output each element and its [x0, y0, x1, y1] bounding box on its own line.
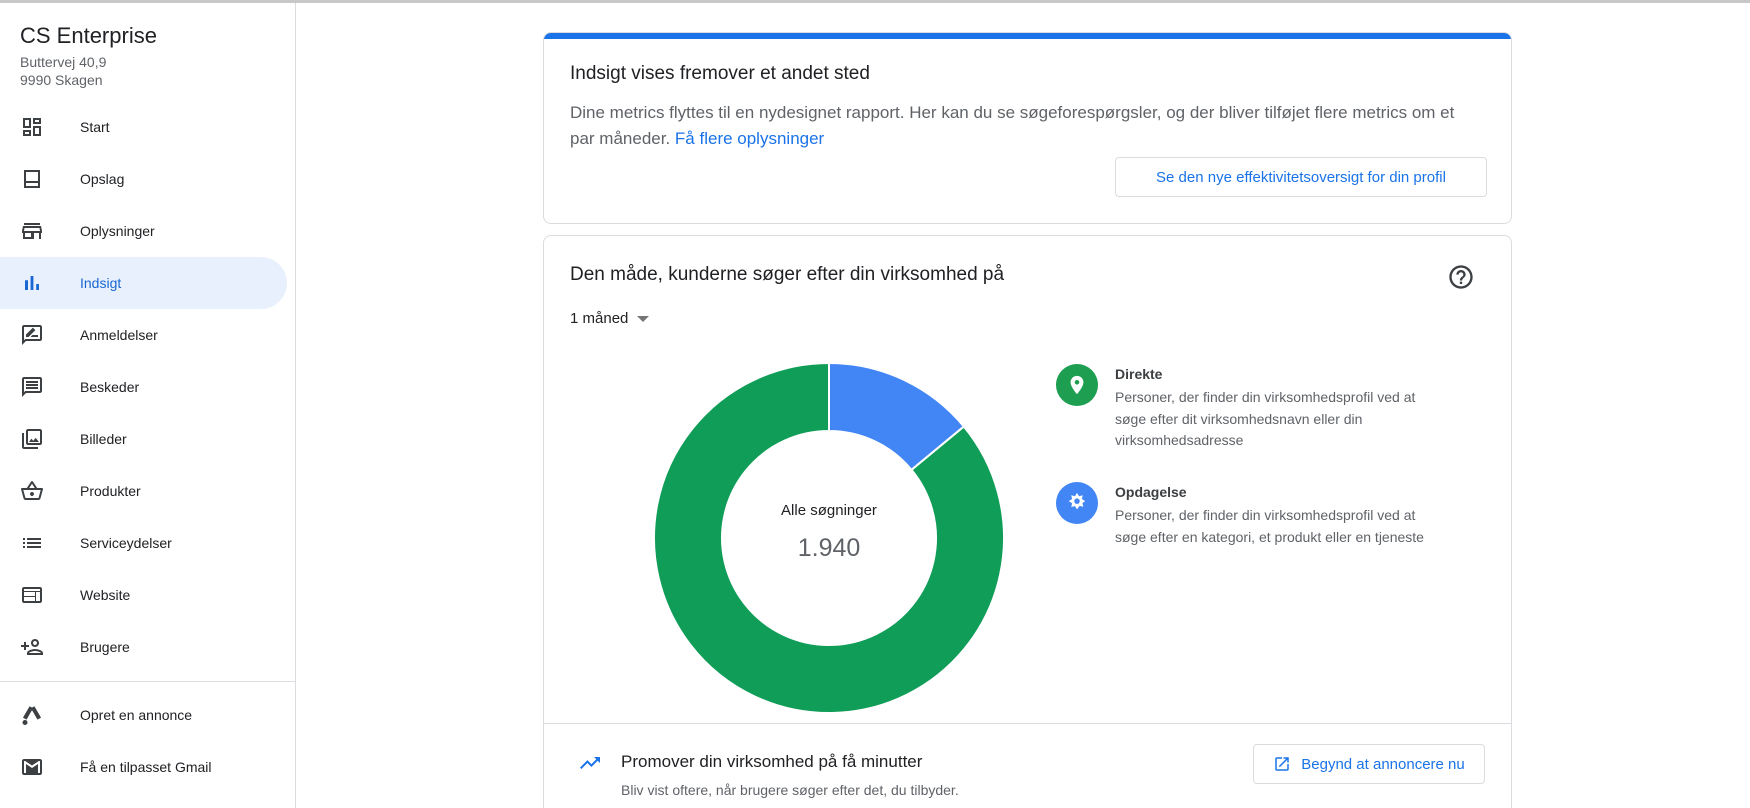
sidebar-item-reviews[interactable]: Anmeldelser	[0, 309, 287, 361]
start-advertising-button[interactable]: Begynd at annoncere nu	[1253, 744, 1485, 784]
promo-divider	[544, 723, 1511, 724]
period-dropdown[interactable]: 1 måned	[570, 310, 650, 327]
open-in-new-icon	[1275, 757, 1290, 771]
sidebar-item-label: Opret en annonce	[80, 707, 193, 723]
basket-icon	[20, 479, 44, 503]
start-advertising-label: Begynd at annoncere nu	[1301, 755, 1465, 773]
donut-center-label: Alle søgninger	[781, 502, 877, 519]
sidebar-item-create-ad[interactable]: Opret en annonce	[0, 689, 287, 741]
period-value: 1 måned	[570, 310, 629, 327]
sidebar-item-website[interactable]: Website	[0, 569, 287, 621]
sidebar: CS Enterprise Buttervej 40,9 9990 Skagen…	[0, 3, 296, 808]
sidebar-item-label: Billeder	[80, 431, 127, 447]
sidebar-item-photos[interactable]: Billeder	[0, 413, 287, 465]
legend-direct-dot	[1056, 364, 1098, 406]
promo-title: Promover din virksomhed på få minutter	[621, 752, 923, 771]
sidebar-item-label: Brugere	[80, 639, 130, 655]
sidebar-item-messages[interactable]: Beskeder	[0, 361, 287, 413]
legend-discovery-dot	[1056, 482, 1098, 524]
legend-discovery-name: Opdagelse	[1115, 484, 1187, 500]
sidebar-item-label: Indsigt	[80, 275, 122, 291]
search-card-title: Den måde, kunderne søger efter din virks…	[570, 264, 1005, 285]
sidebar-item-label: Få en tilpasset Gmail	[80, 759, 212, 775]
legend-direct-desc: Personer, der finder din virksomhedsprof…	[1115, 389, 1416, 448]
view-performance-button[interactable]: Se den nye effektivitetsoversigt for din…	[1115, 157, 1487, 197]
search-card: Den måde, kunderne søger efter din virks…	[543, 235, 1512, 808]
sidebar-nav: Start Opslag Oplysninger Indsigt Anmelde…	[0, 101, 296, 673]
sidebar-item-label: Serviceydelser	[80, 535, 172, 551]
business-name: CS Enterprise	[20, 23, 157, 48]
sidebar-item-label: Produkter	[80, 483, 141, 499]
message-icon	[20, 375, 44, 399]
web-icon	[20, 583, 44, 607]
notice-title: Indsigt vises fremover et andet sted	[570, 63, 870, 84]
notice-body: Dine metrics flyttes til en nydesignet r…	[570, 100, 1470, 152]
list-icon	[20, 531, 44, 555]
photo-library-icon	[20, 427, 44, 451]
discovery-burst-icon	[1068, 492, 1086, 510]
legend-discovery-desc: Personer, der finder din virksomhedsprof…	[1115, 507, 1424, 545]
gmail-icon	[20, 755, 44, 779]
sidebar-item-start[interactable]: Start	[0, 101, 287, 153]
legend-direct-name: Direkte	[1115, 366, 1163, 382]
donut-center-value: 1.940	[797, 534, 861, 562]
sidebar-secondary-nav: Opret en annonce Få en tilpasset Gmail	[0, 689, 296, 793]
sidebar-item-label: Beskeder	[80, 379, 140, 395]
sidebar-item-label: Oplysninger	[80, 223, 155, 239]
storefront-icon	[20, 219, 44, 243]
promo-subtitle: Bliv vist oftere, når brugere søger efte…	[621, 782, 959, 798]
location-pin-icon	[1070, 375, 1084, 395]
sidebar-item-posts[interactable]: Opslag	[0, 153, 287, 205]
sidebar-item-label: Anmeldelser	[80, 327, 158, 343]
sidebar-item-info[interactable]: Oplysninger	[0, 205, 287, 257]
business-address-line2: 9990 Skagen	[20, 72, 103, 88]
posts-icon	[20, 167, 44, 191]
sidebar-item-label: Website	[80, 587, 131, 603]
rate-review-icon	[20, 323, 44, 347]
sidebar-item-insights[interactable]: Indsigt	[0, 257, 287, 309]
sidebar-item-users[interactable]: Brugere	[0, 621, 287, 673]
sidebar-item-label: Start	[80, 119, 110, 135]
sidebar-divider	[0, 681, 295, 682]
help-icon[interactable]	[1447, 263, 1475, 291]
dropdown-caret-icon	[637, 315, 650, 322]
person-add-icon	[20, 635, 44, 659]
notice-accent-bar	[544, 33, 1511, 39]
google-ads-icon	[20, 703, 44, 727]
learn-more-link[interactable]: Få flere oplysninger	[675, 129, 824, 148]
sidebar-item-label: Opslag	[80, 171, 125, 187]
notice-card: Indsigt vises fremover et andet sted Din…	[543, 32, 1512, 224]
bar-chart-icon	[20, 271, 44, 295]
business-address-line1: Buttervej 40,9	[20, 54, 107, 70]
sidebar-item-gmail[interactable]: Få en tilpasset Gmail	[0, 741, 287, 793]
trending-up-icon	[580, 757, 600, 769]
sidebar-item-services[interactable]: Serviceydelser	[0, 517, 287, 569]
sidebar-item-products[interactable]: Produkter	[0, 465, 287, 517]
dashboard-icon	[20, 115, 44, 139]
